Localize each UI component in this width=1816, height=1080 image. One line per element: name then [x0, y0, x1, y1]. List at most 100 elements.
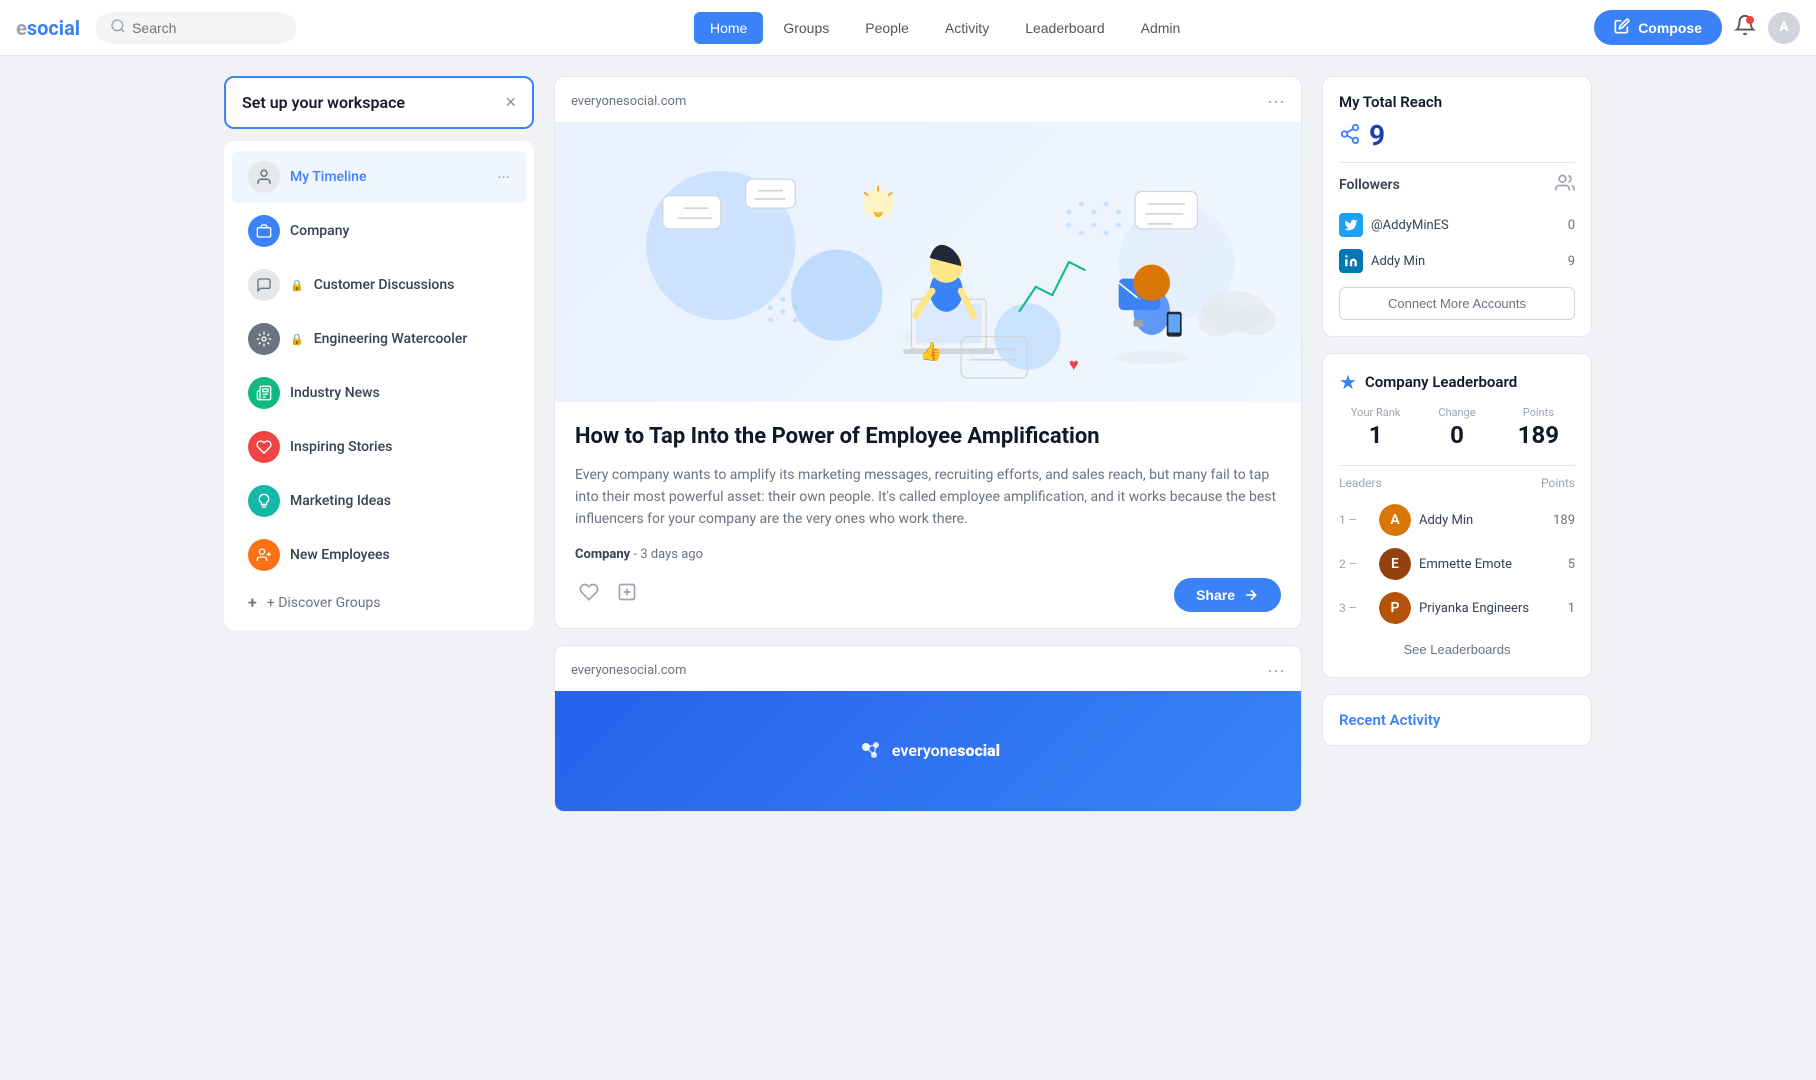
sidebar-item-company[interactable]: Company — [232, 205, 526, 257]
post-menu-button-2[interactable]: ··· — [1267, 660, 1285, 681]
total-reach-widget: My Total Reach 9 Followers — [1322, 76, 1592, 337]
reach-network-icon — [1339, 123, 1361, 149]
twitter-icon — [1339, 213, 1363, 237]
connect-more-accounts-button[interactable]: Connect More Accounts — [1339, 287, 1575, 320]
svg-text:👍: 👍 — [920, 340, 943, 362]
twitter-handle: @AddyMinES — [1371, 218, 1449, 233]
sidebar-item-inspiring-stories[interactable]: Inspiring Stories — [232, 421, 526, 473]
total-reach-title: My Total Reach — [1339, 93, 1575, 111]
nav-admin[interactable]: Admin — [1125, 12, 1197, 44]
sidebar-nav: My Timeline ··· Company 🔒 Customer Discu… — [224, 141, 534, 630]
sidebar-more-icon[interactable]: ··· — [497, 168, 510, 187]
sidebar-item-customer-discussions[interactable]: 🔒 Customer Discussions — [232, 259, 526, 311]
leaderboard-header: ★ Company Leaderboard — [1339, 370, 1575, 394]
sidebar-item-new-employees[interactable]: New Employees — [232, 529, 526, 581]
post-source-1: everyonesocial.com — [571, 94, 686, 109]
post-actions-1: Share — [575, 578, 1281, 612]
twitter-count: 0 — [1568, 218, 1575, 233]
points-label: Points — [1502, 406, 1575, 419]
engineering-icon — [248, 323, 280, 355]
search-bar[interactable] — [96, 12, 296, 44]
change-value: 0 — [1420, 421, 1493, 449]
leader-name-3: Priyanka Engineers — [1419, 601, 1560, 616]
customer-discussions-icon — [248, 269, 280, 301]
sidebar-item-marketing-ideas[interactable]: Marketing Ideas — [232, 475, 526, 527]
leader-points-2: 5 — [1568, 557, 1575, 572]
discover-groups-item[interactable]: + + Discover Groups — [224, 583, 534, 622]
nav-people[interactable]: People — [849, 12, 925, 44]
leader-points-1: 189 — [1553, 513, 1575, 528]
post-header-1: everyonesocial.com ··· — [555, 77, 1301, 122]
leader-avatar-2: E — [1379, 548, 1411, 580]
right-panel: My Total Reach 9 Followers — [1322, 76, 1592, 828]
top-navigation: esocial Home Groups People Activity Lead… — [0, 0, 1816, 56]
post-source-2: everyonesocial.com — [571, 663, 686, 678]
nav-groups[interactable]: Groups — [767, 12, 845, 44]
workspace-close-button[interactable]: × — [505, 92, 516, 113]
post-card-1: everyonesocial.com ··· — [554, 76, 1302, 629]
inspiring-stories-icon — [248, 431, 280, 463]
followers-label: Followers — [1339, 177, 1400, 193]
svg-text:♥: ♥ — [1069, 356, 1079, 375]
share-button-1[interactable]: Share — [1174, 578, 1281, 612]
save-button-1[interactable] — [613, 578, 641, 612]
leaders-col-label: Leaders — [1339, 476, 1382, 490]
marketing-ideas-icon — [248, 485, 280, 517]
like-button-1[interactable] — [575, 578, 603, 612]
nav-leaderboard[interactable]: Leaderboard — [1009, 12, 1120, 44]
reach-count-row: 9 — [1339, 119, 1575, 152]
leader-rank-2: 2 – — [1339, 557, 1371, 571]
leader-rank-3: 3 – — [1339, 601, 1371, 615]
followers-group-icon — [1555, 173, 1575, 197]
followers-section: Followers @AddyMinES 0 — [1339, 173, 1575, 320]
avatar[interactable]: A — [1768, 12, 1800, 44]
leader-row-2: 2 – E Emmette Emote 5 — [1339, 542, 1575, 586]
notifications-button[interactable] — [1734, 14, 1756, 42]
sidebar-item-engineering-watercooler[interactable]: 🔒 Engineering Watercooler — [232, 313, 526, 365]
leaderboard-stats: Your Rank 1 Change 0 Points 189 — [1339, 406, 1575, 449]
your-rank-value: 1 — [1339, 421, 1412, 449]
post-card-2: everyonesocial.com ··· everyonesocial — [554, 645, 1302, 812]
workspace-title: Set up your workspace — [242, 93, 405, 112]
discover-groups-label: + Discover Groups — [267, 595, 381, 611]
workspace-card: Set up your workspace × — [224, 76, 534, 129]
share-label-1: Share — [1196, 587, 1235, 603]
leaders-header: Leaders Points — [1339, 476, 1575, 490]
nav-right: Compose A — [1594, 10, 1800, 45]
nav-home[interactable]: Home — [694, 12, 763, 44]
leader-name-1: Addy Min — [1419, 513, 1545, 528]
followers-header: Followers — [1339, 173, 1575, 197]
inspiring-stories-label: Inspiring Stories — [290, 439, 510, 455]
linkedin-count: 9 — [1568, 254, 1575, 269]
post-meta-1: Company - 3 days ago — [575, 547, 1281, 562]
linkedin-icon — [1339, 249, 1363, 273]
brand-logo[interactable]: esocial — [16, 16, 80, 40]
company-icon — [248, 215, 280, 247]
sidebar-item-my-timeline[interactable]: My Timeline ··· — [232, 151, 526, 203]
see-leaderboards-button[interactable]: See Leaderboards — [1339, 638, 1575, 661]
post-title-1: How to Tap Into the Power of Employee Am… — [575, 422, 1281, 452]
lock-icon-engineering: 🔒 — [290, 333, 304, 346]
your-rank-stat: Your Rank 1 — [1339, 406, 1412, 449]
post-menu-button-1[interactable]: ··· — [1267, 91, 1285, 112]
compose-button[interactable]: Compose — [1594, 10, 1722, 45]
company-label: Company — [290, 223, 510, 239]
divider-lb — [1339, 465, 1575, 466]
linkedin-info: Addy Min — [1339, 249, 1425, 273]
my-timeline-label: My Timeline — [290, 169, 487, 185]
leader-row-3: 3 – P Priyanka Engineers 1 — [1339, 586, 1575, 630]
feed: everyonesocial.com ··· — [554, 76, 1302, 828]
notification-dot — [1746, 16, 1754, 24]
leader-avatar-1: A — [1379, 504, 1411, 536]
nav-activity[interactable]: Activity — [929, 12, 1005, 44]
my-timeline-icon — [248, 161, 280, 193]
sidebar-item-industry-news[interactable]: Industry News — [232, 367, 526, 419]
plus-icon: + — [248, 593, 257, 612]
search-input[interactable] — [132, 20, 272, 36]
points-stat: Points 189 — [1502, 406, 1575, 449]
linkedin-name: Addy Min — [1371, 254, 1425, 269]
leader-row-1: 1 – A Addy Min 189 — [1339, 498, 1575, 542]
change-label: Change — [1420, 406, 1493, 419]
twitter-info: @AddyMinES — [1339, 213, 1449, 237]
nav-links: Home Groups People Activity Leaderboard … — [694, 12, 1196, 44]
